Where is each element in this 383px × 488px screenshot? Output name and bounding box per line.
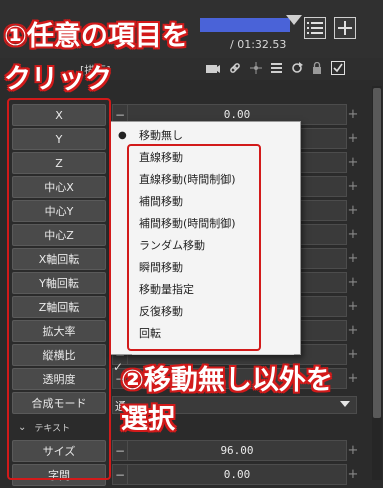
decrement-icon[interactable]: − [113,441,128,460]
property-button-x[interactable]: X [12,104,106,126]
increment-icon[interactable]: + [347,152,359,173]
increment-icon[interactable]: + [347,104,359,125]
increment-icon[interactable]: + [347,128,359,149]
effect-icon[interactable] [250,61,262,77]
link-icon[interactable] [229,62,241,77]
text-section-header[interactable]: ⌄ テキスト [12,416,106,438]
property-button-spacing[interactable]: 字間 [12,464,106,486]
add-button[interactable] [334,17,356,39]
menu-item-linear-timed[interactable]: 直線移動(時間制御) [110,168,300,190]
property-button-center-z[interactable]: 中心Z [12,224,106,246]
chevron-down-icon [340,401,350,407]
property-button-y-rotation[interactable]: Y軸回転 [12,272,106,294]
menu-item-amount[interactable]: 移動量指定 [110,278,300,300]
chevron-down-icon: ⌄ [18,421,27,433]
property-button-y[interactable]: Y [12,128,106,150]
menu-item-instant[interactable]: 瞬間移動 [110,256,300,278]
annotation-step2-line2: 選択 [121,404,175,435]
increment-icon[interactable]: + [347,176,359,197]
increment-icon[interactable]: + [347,272,359,293]
list-icon-small[interactable] [271,62,282,76]
menu-item-interpolated[interactable]: 補間移動 [110,190,300,212]
slider-size[interactable]: − 96.00 [112,440,347,461]
increment-icon[interactable]: + [347,464,359,485]
menu-item-no-movement[interactable]: ● 移動無し [110,124,300,146]
property-button-list: X Y Z 中心X 中心Y 中心Z X軸回転 Y軸回転 Z軸回転 拡大率 縦横比… [12,104,106,488]
timeline-bar[interactable] [200,18,290,32]
slider-x-value: 0.00 [223,108,251,121]
plus-icon [338,21,352,35]
increment-icon[interactable]: + [347,224,359,245]
decrement-icon[interactable]: − [113,465,128,484]
increment-icon[interactable]: + [347,344,359,365]
checkbox-icon[interactable] [331,60,345,78]
annotation-step2-line1: ②移動無し以外を [121,365,333,396]
property-button-blend-mode[interactable]: 合成モード [12,392,106,414]
selected-bullet-icon: ● [118,129,127,141]
increment-icon[interactable]: + [347,320,359,341]
property-button-size[interactable]: サイズ [12,440,106,462]
camera-icon[interactable] [206,62,220,76]
time-readout: / 01:32.53 [230,38,287,51]
menu-item-rotate[interactable]: 回転 [110,322,300,344]
slider-spacing[interactable]: − 0.00 [112,464,347,485]
menu-item-linear[interactable]: 直線移動 [110,146,300,168]
menu-separator [132,354,294,355]
annotation-step1-line1: ①任意の項目を [4,21,189,52]
movement-type-menu: ● 移動無し 直線移動 直線移動(時間制御) 補間移動 補間移動(時間制御) ラ… [109,121,301,355]
list-icon [307,22,323,34]
property-button-aspect[interactable]: 縦横比 [12,344,106,366]
list-menu-button[interactable] [304,17,326,39]
property-button-center-y[interactable]: 中心Y [12,200,106,222]
property-button-center-x[interactable]: 中心X [12,176,106,198]
property-button-opacity[interactable]: 透明度 [12,368,106,390]
property-button-scale[interactable]: 拡大率 [12,320,106,342]
slider-size-value: 96.00 [220,444,254,457]
timeline-cursor[interactable] [286,15,302,25]
increment-icon[interactable]: + [347,296,359,317]
increment-icon[interactable]: + [347,368,359,389]
annotation-step1-line2: クリック [4,64,112,95]
increment-icon[interactable]: + [347,200,359,221]
scrollbar-thumb[interactable] [373,88,381,418]
menu-item-random[interactable]: ランダム移動 [110,234,300,256]
lock-icon[interactable] [312,61,322,77]
refresh-icon[interactable] [291,61,303,77]
property-button-z-rotation[interactable]: Z軸回転 [12,296,106,318]
property-button-x-rotation[interactable]: X軸回転 [12,248,106,270]
menu-item-interpolated-timed[interactable]: 補間移動(時間制御) [110,212,300,234]
property-button-z[interactable]: Z [12,152,106,174]
text-section-label: テキスト [34,423,71,434]
menu-item-repeat[interactable]: 反復移動 [110,300,300,322]
increment-icon[interactable]: + [347,440,359,461]
increment-icon[interactable]: + [347,248,359,269]
slider-spacing-value: 0.00 [223,468,251,481]
layer-icon-row [206,60,345,78]
